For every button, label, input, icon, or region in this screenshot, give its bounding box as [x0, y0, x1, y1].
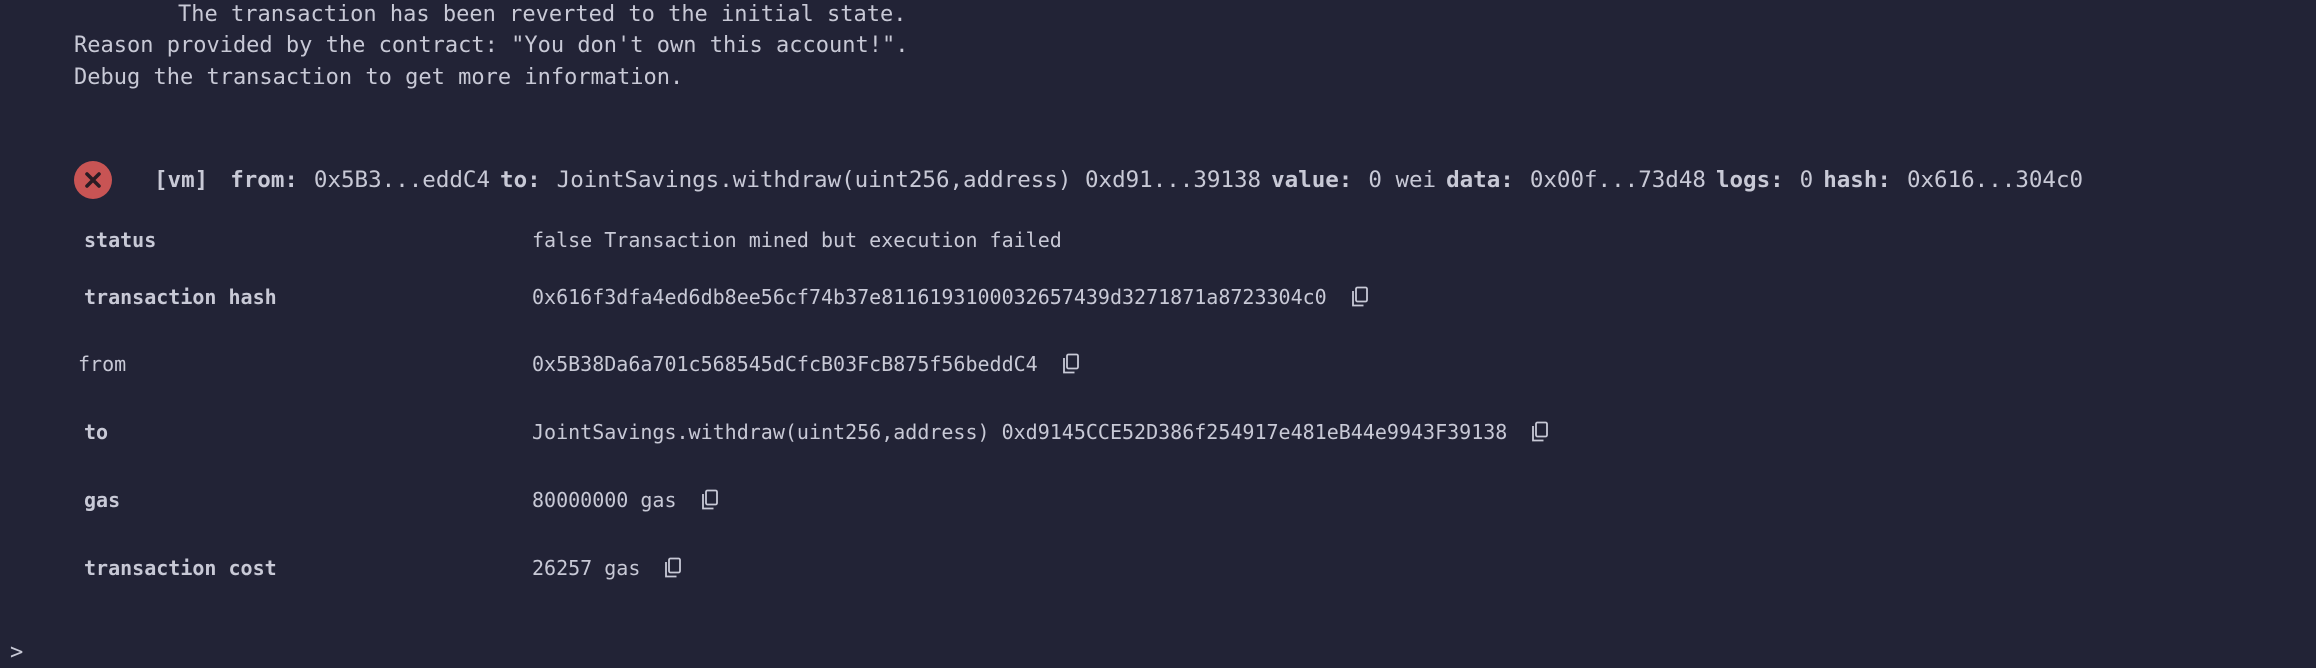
- transaction-hash-label: transaction hash: [84, 285, 277, 309]
- summary-data-value: 0x00f...73d48: [1529, 167, 1706, 193]
- revert-reason: Reason provided by the contract: "You do…: [74, 33, 909, 58]
- gas-label: gas: [84, 488, 121, 512]
- from-value: 0x5B38Da6a701c568545dCfcB03FcB875f56bedd…: [532, 352, 1038, 376]
- transaction-cost-label: transaction cost: [84, 556, 277, 580]
- summary-value-key: value:: [1271, 167, 1353, 193]
- copy-icon[interactable]: [662, 556, 684, 580]
- copy-icon[interactable]: [1529, 420, 1551, 444]
- summary-to-key: to:: [500, 167, 541, 193]
- summary-from-key: from:: [230, 167, 298, 193]
- x-circle-icon: [74, 161, 112, 199]
- copy-icon[interactable]: [1349, 285, 1371, 309]
- transaction-hash-value: 0x616f3dfa4ed6db8ee56cf74b37e81161931000…: [532, 285, 1327, 309]
- transaction-summary[interactable]: [vm] from: 0x5B3...eddC4 to: JointSaving…: [74, 160, 2093, 200]
- summary-to-value: JointSavings.withdraw(uint256,address) 0…: [556, 167, 1262, 193]
- summary-from-value: 0x5B3...eddC4: [313, 167, 491, 193]
- command-prompt[interactable]: >: [10, 640, 23, 666]
- summary-hash-value: 0x616...304c0: [1906, 167, 2084, 193]
- copy-icon[interactable]: [1060, 352, 1082, 376]
- status-label: status: [84, 228, 157, 252]
- status-value: false Transaction mined but execution fa…: [532, 228, 1062, 252]
- summary-hash-key: hash:: [1823, 167, 1891, 193]
- to-label: to: [84, 420, 109, 444]
- summary-data-key: data:: [1446, 167, 1514, 193]
- from-label: from: [78, 352, 127, 376]
- terminal-output: The transaction has been reverted to the…: [0, 0, 2316, 668]
- gas-value: 80000000 gas: [532, 488, 677, 512]
- transaction-cost-value: 26257 gas: [532, 556, 641, 580]
- debug-hint: Debug the transaction to get more inform…: [74, 65, 684, 90]
- to-value: JointSavings.withdraw(uint256,address) 0…: [532, 420, 1508, 444]
- summary-value-value: 0 wei: [1368, 167, 1437, 193]
- revert-message: The transaction has been reverted to the…: [178, 2, 907, 27]
- copy-icon[interactable]: [699, 488, 721, 512]
- summary-logs-value: 0: [1799, 167, 1814, 193]
- vm-tag: [vm]: [154, 167, 209, 193]
- summary-logs-key: logs:: [1715, 167, 1784, 193]
